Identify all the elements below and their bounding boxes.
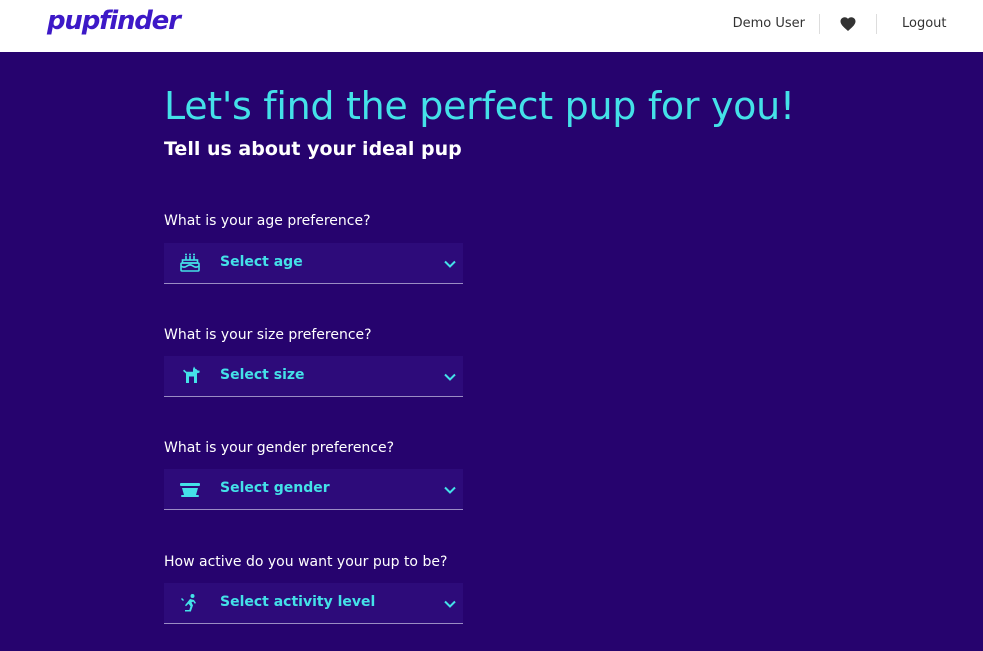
activity-select[interactable]: Select activity level [164,583,463,624]
size-select[interactable]: Select size [164,356,463,397]
activity-question-label: How active do you want your pup to be? [164,554,448,570]
dog-icon [178,364,202,388]
chevron-down-icon [443,482,457,496]
chevron-down-icon [443,596,457,610]
gender-select-value: Select gender [220,480,330,496]
nav-divider [819,14,820,34]
logout-link[interactable]: Logout [902,16,947,31]
page-subtitle: Tell us about your ideal pup [164,138,462,160]
dog-bowl-icon [178,477,202,501]
birthday-cake-icon [178,251,202,275]
page-title: Let's find the perfect pup for you! [164,84,795,128]
chevron-down-icon [443,369,457,383]
activity-icon [178,591,202,615]
chevron-down-icon [443,256,457,270]
age-select[interactable]: Select age [164,243,463,284]
user-name[interactable]: Demo User [733,16,805,31]
activity-select-value: Select activity level [220,594,376,610]
nav-divider [876,14,877,34]
size-question-label: What is your size preference? [164,327,372,343]
age-select-value: Select age [220,254,303,270]
top-navbar: pupfinder Demo User Logout [0,0,983,52]
gender-select[interactable]: Select gender [164,469,463,510]
heart-icon[interactable] [839,15,857,33]
age-question-label: What is your age preference? [164,213,371,229]
gender-question-label: What is your gender preference? [164,440,395,456]
pupfinder-logo[interactable]: pupfinder [47,6,181,36]
size-select-value: Select size [220,367,305,383]
